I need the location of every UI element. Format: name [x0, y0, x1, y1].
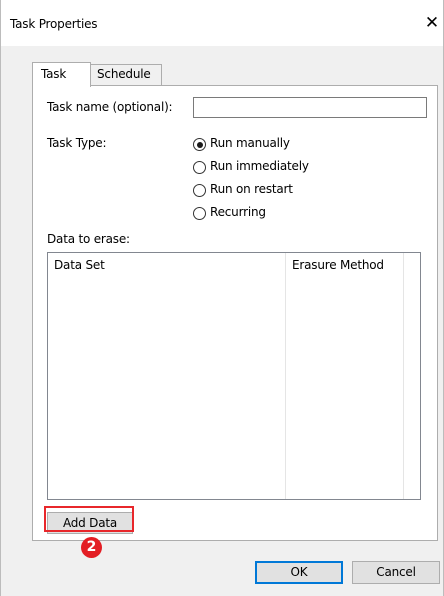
radio-checked-icon — [193, 138, 206, 151]
column-header-data-set[interactable]: Data Set — [48, 253, 286, 499]
tab-schedule[interactable]: Schedule — [90, 64, 162, 86]
tab-task-label: Task — [41, 67, 67, 81]
column-header-data-set-label: Data Set — [54, 258, 105, 272]
radio-recurring-label: Recurring — [210, 205, 266, 219]
task-type-label: Task Type: — [47, 136, 107, 150]
radio-run-manually-label: Run manually — [210, 136, 290, 150]
task-properties-dialog: Task Properties ✕ Task Schedule Task nam… — [0, 0, 444, 596]
title-bar: Task Properties ✕ — [1, 0, 443, 46]
task-name-label: Task name (optional): — [47, 100, 173, 114]
annotation-step-badge: 2 — [81, 537, 102, 558]
close-icon[interactable]: ✕ — [421, 12, 443, 36]
cancel-button[interactable]: Cancel — [352, 561, 440, 584]
column-header-erasure-method[interactable]: Erasure Method — [286, 253, 404, 499]
radio-unchecked-icon — [193, 207, 206, 220]
add-data-button[interactable]: Add Data — [47, 512, 133, 534]
ok-button[interactable]: OK — [255, 561, 343, 584]
tab-schedule-label: Schedule — [97, 67, 151, 81]
column-header-erasure-method-label: Erasure Method — [292, 258, 384, 272]
tab-task[interactable]: Task — [32, 62, 91, 87]
radio-run-on-restart-label: Run on restart — [210, 182, 293, 196]
radio-unchecked-icon — [193, 184, 206, 197]
radio-unchecked-icon — [193, 161, 206, 174]
data-set-list[interactable]: Data Set Erasure Method — [47, 252, 421, 500]
task-tab-panel: Task name (optional): Task Type: Run man… — [32, 85, 438, 541]
data-to-erase-label: Data to erase: — [47, 232, 130, 246]
radio-run-immediately-label: Run immediately — [210, 159, 309, 173]
task-name-input[interactable] — [193, 97, 427, 118]
window-title: Task Properties — [10, 17, 98, 31]
